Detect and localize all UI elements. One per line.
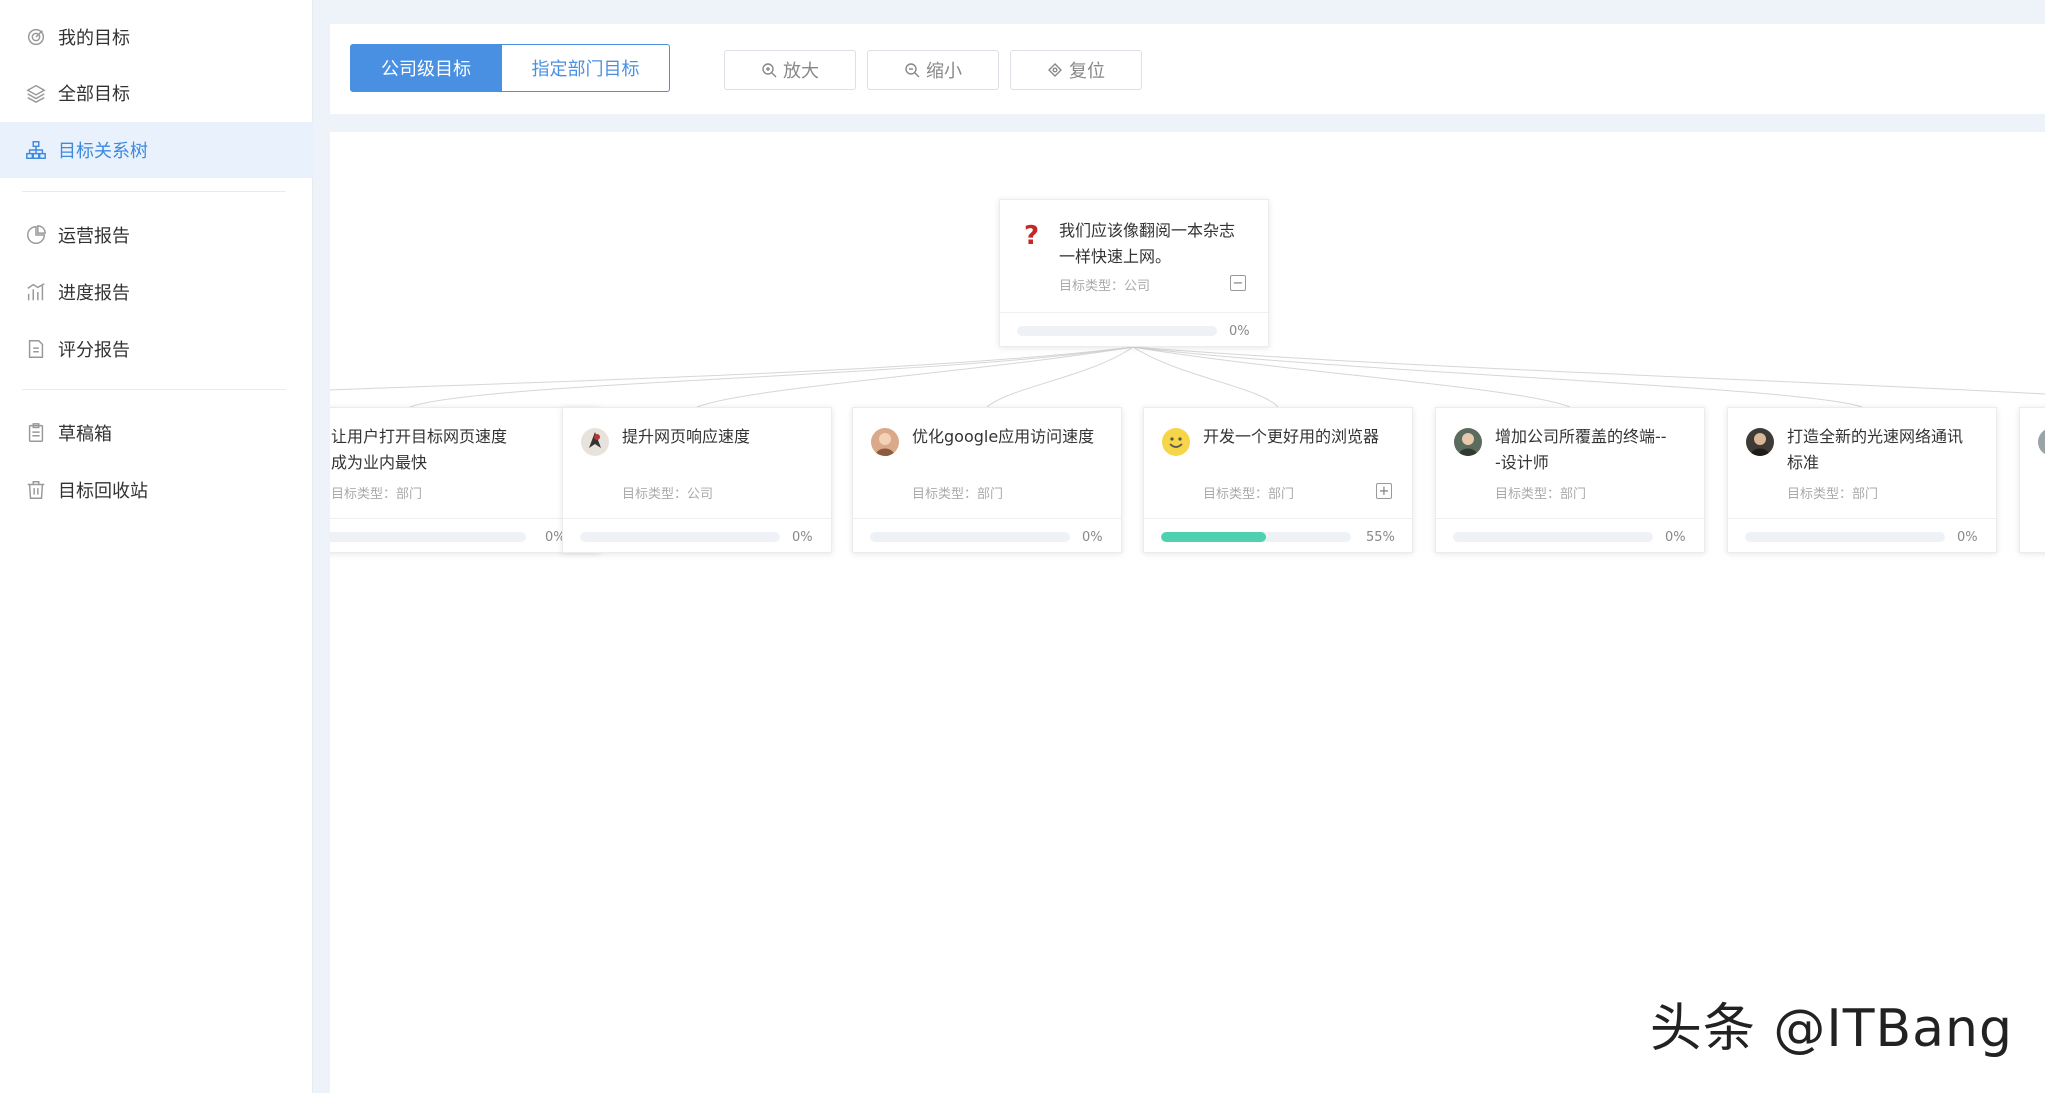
sidebar-item-label: 目标回收站 [58, 481, 148, 502]
goal-type: 目标类型：部门 [1787, 487, 1879, 502]
smiley-avatar [1162, 428, 1190, 456]
zoom-in-icon [762, 63, 777, 78]
goal-type: 目标类型：部门 [1495, 487, 1587, 502]
child-goal-card[interactable]: 增加公司所覆盖的终端-- -设计师 目标类型：部门 0% [1435, 407, 1705, 553]
progress-percent: 0% [1957, 530, 1978, 545]
zoom-in-label: 放大 [783, 61, 819, 82]
sidebar-item-label: 运营报告 [58, 226, 130, 247]
sidebar-item-progress-report[interactable]: 进度报告 [0, 264, 313, 320]
card-divider [1728, 518, 1996, 519]
sidebar-divider [22, 389, 286, 390]
watermark: 头条 @ITBang [1649, 999, 2013, 1059]
sidebar-item-all-goals[interactable]: 全部目标 [0, 65, 313, 121]
zoom-in-button[interactable]: 放大 [724, 50, 856, 90]
zoom-out-icon [905, 63, 920, 78]
goal-title: 打造全新的光速网络通讯 标准 [1787, 427, 1964, 472]
card-divider [1144, 518, 1412, 519]
child-goal-card[interactable]: 让用户打开目标网页速度 成为业内最快 目标类型：部门 0% [330, 407, 600, 553]
goal-title: 我们应该像翻阅一本杂志 一样快速上网。 [1059, 221, 1236, 266]
child-goal-card[interactable]: 优化google应用访问速度 目标类型：部门 0% [852, 407, 1122, 553]
trash-icon [24, 478, 48, 502]
progress-percent: 0% [1229, 324, 1250, 339]
child-goal-card[interactable]: 开发一个更好用的浏览器 目标类型：部门 + 55% [1143, 407, 1413, 553]
tab-company-goals[interactable]: 公司级目标 [350, 44, 502, 92]
sidebar-item-label: 草稿箱 [58, 424, 112, 445]
card-divider [563, 518, 831, 519]
goal-type: 目标类型：公司 [1059, 279, 1151, 294]
sidebar-item-label: 全部目标 [58, 84, 130, 105]
goal-title: 增加公司所覆盖的终端-- -设计师 [1495, 427, 1667, 472]
reset-button[interactable]: 复位 [1010, 50, 1142, 90]
sidebar-item-label: 进度报告 [58, 283, 130, 304]
goal-title: 提升网页响应速度 [622, 427, 751, 446]
clipboard-icon [24, 421, 48, 445]
card-divider [1436, 518, 1704, 519]
bar-chart-icon [24, 280, 48, 304]
progress-bar [1161, 532, 1351, 542]
sidebar-item-label: 评分报告 [58, 340, 130, 361]
progress-percent: 0% [792, 530, 813, 545]
sidebar-item-label: 目标关系树 [58, 141, 148, 162]
goal-title: 优化google应用访问速度 [912, 427, 1095, 446]
avatar [581, 428, 609, 456]
sidebar-divider [22, 191, 286, 192]
progress-percent: 55% [1366, 530, 1395, 545]
progress-bar [1745, 532, 1945, 542]
zoom-out-label: 缩小 [926, 61, 962, 82]
sidebar-item-goal-tree[interactable]: 目标关系树 [0, 122, 313, 178]
card-divider [853, 518, 1121, 519]
collapse-toggle[interactable]: − [1230, 275, 1246, 291]
sidebar-item-my-goals[interactable]: 我的目标 [0, 9, 313, 65]
progress-bar [330, 532, 526, 542]
sidebar-item-operations-report[interactable]: 运营报告 [0, 207, 313, 263]
avatar [1454, 428, 1482, 456]
document-icon [24, 337, 48, 361]
goal-type: 目标类型：公司 [622, 487, 714, 502]
layers-icon [24, 81, 48, 105]
goal-type: 目标类型：部门 [1203, 487, 1295, 502]
sidebar-item-label: 我的目标 [58, 28, 130, 49]
avatar [871, 428, 899, 456]
child-goal-card[interactable]: 打造全新的光速网络通讯 标准 目标类型：部门 0% [1727, 407, 1997, 553]
goal-type: 目标类型：部门 [912, 487, 1004, 502]
goal-tree-canvas[interactable]: ? 我们应该像翻阅一本杂志 一样快速上网。 目标类型：公司 − 0% 让用户打开… [330, 132, 2045, 1093]
question-mark-icon: ? [1018, 220, 1046, 248]
sidebar: 我的目标 全部目标 目标关系树 运营报告 进度报告 评分报告 草稿箱 目标回收站 [0, 0, 313, 1093]
tab-department-goals[interactable]: 指定部门目标 [502, 44, 670, 92]
progress-bar [870, 532, 1070, 542]
progress-bar [1453, 532, 1653, 542]
sidebar-item-drafts[interactable]: 草稿箱 [0, 405, 313, 461]
progress-percent: 0% [1665, 530, 1686, 545]
reset-label: 复位 [1069, 61, 1105, 82]
org-tree-icon [24, 138, 48, 162]
target-icon [24, 25, 48, 49]
avatar [2038, 428, 2045, 456]
card-divider [330, 518, 599, 519]
progress-bar [1017, 326, 1217, 336]
progress-bar [580, 532, 780, 542]
sidebar-item-recycle-bin[interactable]: 目标回收站 [0, 462, 313, 518]
progress-fill [1161, 532, 1266, 542]
root-goal-card[interactable]: ? 我们应该像翻阅一本杂志 一样快速上网。 目标类型：公司 − 0% [999, 199, 1269, 347]
expand-toggle[interactable]: + [1376, 483, 1392, 499]
tree-toolbar: 公司级目标 指定部门目标 放大 缩小 复位 [330, 24, 2045, 114]
zoom-out-button[interactable]: 缩小 [867, 50, 999, 90]
card-divider [1000, 312, 1268, 313]
sidebar-item-score-report[interactable]: 评分报告 [0, 321, 313, 377]
goal-type: 目标类型：部门 [331, 487, 423, 502]
goal-title: 让用户打开目标网页速度 成为业内最快 [331, 427, 508, 472]
goal-title: 开发一个更好用的浏览器 [1203, 427, 1380, 446]
locate-icon [1048, 63, 1062, 77]
progress-percent: 0% [1082, 530, 1103, 545]
svg-text:?: ? [1024, 221, 1039, 248]
child-goal-card[interactable]: 提升网页响应速度 目标类型：公司 0% [562, 407, 832, 553]
child-goal-card-partial[interactable] [2019, 407, 2045, 553]
avatar [1746, 428, 1774, 456]
pie-chart-icon [24, 223, 48, 247]
